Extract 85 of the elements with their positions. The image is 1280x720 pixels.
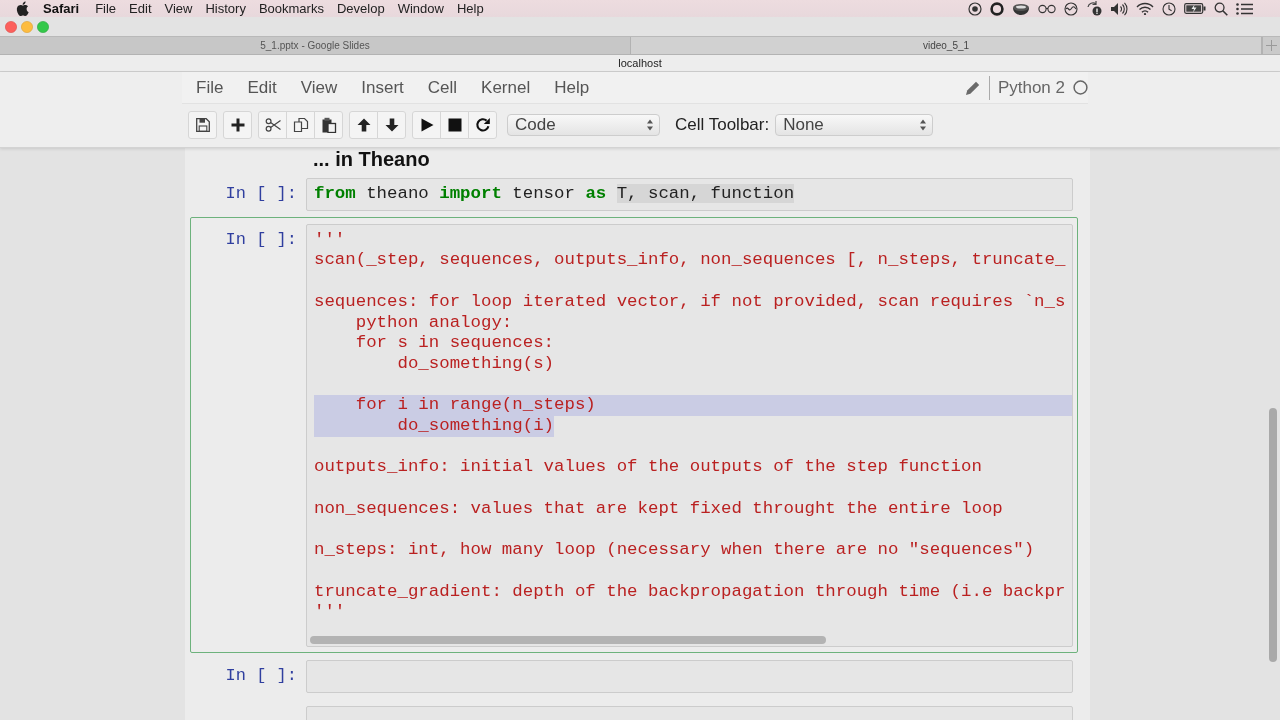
code-line: for s in sequences: [354, 333, 555, 354]
menu-item[interactable]: Help [456, 1, 484, 16]
scissors-icon [264, 117, 281, 133]
circled-dot-icon[interactable] [968, 1, 982, 16]
kernel-name: Python 2 [997, 77, 1065, 98]
cell-toolbar-label: Cell Toolbar: [675, 115, 770, 135]
menu-item[interactable]: History [205, 1, 246, 16]
speaker-icon[interactable] [1110, 1, 1128, 16]
save-button[interactable] [188, 111, 217, 139]
clock-icon[interactable] [1162, 1, 1176, 16]
wave-circle-icon[interactable] [1064, 1, 1078, 16]
menu-item[interactable]: Window [397, 1, 444, 16]
cell-toolbar-select[interactable]: None [775, 114, 934, 136]
app-menu[interactable]: Safari [43, 1, 80, 16]
code-cell[interactable]: In [ ]: from theano import tensor as T, scan, function [190, 171, 1078, 217]
glasses-icon[interactable] [1038, 3, 1056, 14]
address-text: localhost [618, 57, 662, 69]
clipboard-icon [320, 117, 337, 133]
vertical-scrollbar-thumb[interactable] [1269, 408, 1277, 662]
kernel-status-icon [1073, 80, 1088, 95]
code-line: non_sequences: values that are kept fixed throught the entire loop [314, 498, 1003, 520]
code-line: ''' [314, 602, 346, 623]
list-icon[interactable] [1236, 2, 1253, 15]
up-arrow-icon [355, 117, 372, 133]
menu-item[interactable]: File [182, 77, 236, 98]
code-line: sequences: for loop iterated vector, if not provided, scan requires `n_s [314, 291, 1066, 313]
battery-icon[interactable] [1184, 3, 1206, 14]
up-down-caret-icon [646, 119, 654, 131]
move-down-button[interactable] [377, 111, 406, 139]
cell-prompt: In [ ]: [225, 184, 297, 205]
menu-item[interactable]: Bookmarks [258, 1, 324, 16]
code-input[interactable] [306, 223, 1073, 647]
circular-arrow-icon [474, 117, 491, 133]
wifi-icon[interactable] [1136, 2, 1154, 15]
cell-type-select[interactable]: Code [507, 114, 660, 136]
play-icon [418, 117, 435, 133]
menu-item[interactable]: Edit [129, 1, 152, 16]
code-line: from theano import tensor as T, scan, function [314, 184, 795, 205]
run-button[interactable] [412, 111, 441, 139]
address-bar[interactable]: localhost [0, 55, 1280, 72]
code-line: scan(_step, sequences, outputs_info, non_sequences [, n_steps, truncate_ [314, 250, 1066, 272]
plus-icon [229, 117, 246, 133]
code-line: python analogy: [354, 312, 513, 334]
move-up-button[interactable] [349, 111, 378, 139]
code-cell[interactable]: In [ ]: [190, 652, 1078, 699]
menu-item[interactable]: Insert [349, 77, 416, 98]
menu-item[interactable]: View [288, 77, 350, 98]
menu-item[interactable]: File [95, 1, 117, 16]
up-down-caret-icon [919, 119, 928, 131]
pencil-icon[interactable] [964, 79, 981, 96]
menu-item[interactable]: Edit [235, 77, 289, 98]
bowl-icon[interactable] [1012, 2, 1030, 15]
copy-button[interactable] [286, 111, 315, 139]
section-heading: ... in Theano [313, 148, 430, 170]
two-documents-icon [292, 117, 309, 133]
down-arrow-icon [383, 117, 400, 133]
cut-button[interactable] [258, 111, 287, 139]
stop-button[interactable] [440, 111, 469, 139]
code-input[interactable] [306, 659, 1073, 693]
code-line: ''' [314, 229, 346, 251]
browser-tab[interactable]: video_5_1 [631, 37, 1262, 54]
menu-item[interactable]: View [164, 1, 193, 16]
close-icon[interactable] [5, 20, 17, 33]
code-line: n_steps: int, how many loop (necessary when there are no "sequences") [314, 540, 1035, 561]
code-line: outputs_info: initial values of the outputs of the step function [314, 457, 982, 479]
menu-item[interactable]: Cell [415, 77, 470, 98]
menu-item[interactable]: Help [542, 77, 602, 98]
horizontal-scrollbar-thumb[interactable] [310, 635, 827, 644]
restart-button[interactable] [468, 111, 497, 139]
cell-prompt: In [ ]: [225, 665, 297, 687]
menu-item[interactable]: Kernel [469, 77, 543, 98]
search-icon[interactable] [1214, 1, 1228, 16]
stop-icon [446, 117, 463, 133]
ring-icon[interactable] [990, 1, 1004, 16]
cell-prompt: In [ ]: [225, 229, 297, 251]
code-input[interactable]: from theano import tensor as T, scan, function [306, 178, 1073, 211]
apple-logo-icon[interactable] [16, 1, 29, 16]
paste-button[interactable] [314, 111, 343, 139]
arrow-alert-icon[interactable] [1086, 1, 1102, 16]
insert-cell-button[interactable] [223, 111, 252, 139]
code-cell[interactable] [190, 216, 1078, 653]
code-line: truncate_gradient: depth of the backpropagation through time (i.e backpr [314, 581, 1066, 603]
plus-icon [1266, 40, 1277, 51]
code-line: do_something(s) [396, 353, 555, 375]
menu-item[interactable]: Develop [336, 1, 385, 16]
